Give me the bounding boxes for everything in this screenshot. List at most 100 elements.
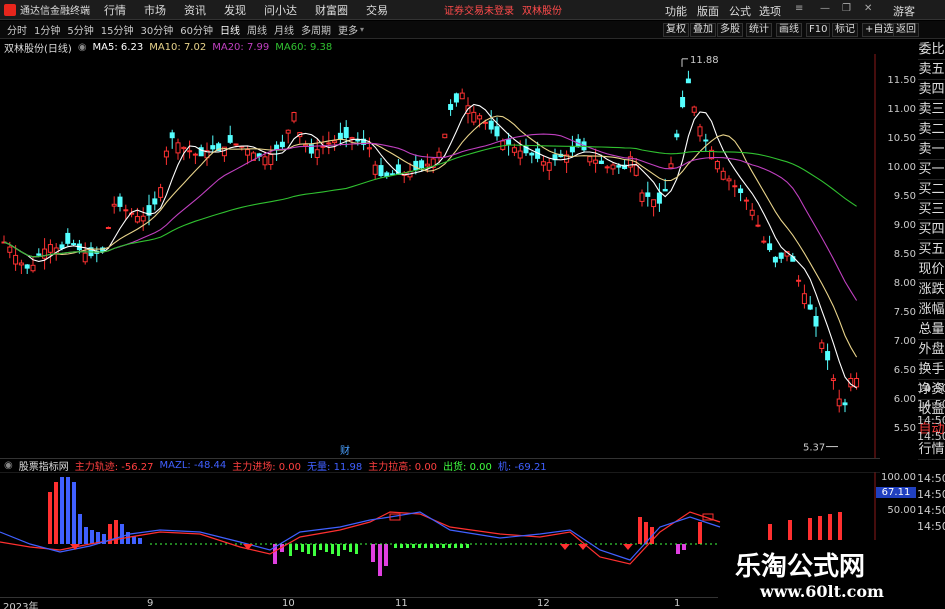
- menu-caifuquan[interactable]: 财富圈: [315, 2, 348, 18]
- quote-field-label[interactable]: 买一: [918, 160, 945, 180]
- ma5-label: MA5: 6.23: [92, 41, 144, 53]
- signal-marker-icon: [623, 544, 633, 550]
- tool-add-watchlist[interactable]: +自选: [862, 23, 897, 37]
- candle-body: [192, 153, 198, 156]
- menu-gongneng[interactable]: 功能: [665, 3, 687, 19]
- price-axis-label: 7.00: [893, 336, 916, 347]
- ind-bar: [54, 482, 58, 544]
- quote-field-label[interactable]: 现价: [918, 260, 945, 280]
- candle-body: [355, 139, 361, 142]
- candle-body: [326, 142, 332, 145]
- menu-faxian[interactable]: 发现: [224, 2, 246, 18]
- quote-field-label[interactable]: 委比: [918, 40, 945, 60]
- candle-body: [825, 351, 831, 361]
- tool-tongji[interactable]: 统计: [746, 23, 772, 37]
- menu-xuanxiang[interactable]: 选项: [759, 3, 781, 19]
- menu-zixun[interactable]: 资讯: [184, 2, 206, 18]
- ind-time-0: 14:50: [917, 472, 945, 485]
- quote-field-label[interactable]: 总量: [918, 320, 945, 340]
- period-daily[interactable]: 日线: [220, 22, 240, 37]
- quote-field-label[interactable]: 涨幅: [918, 300, 945, 320]
- period-monthly[interactable]: 月线: [274, 22, 294, 37]
- price-axis-label: 8.00: [893, 278, 916, 289]
- ma60-label: MA60: 9.38: [275, 41, 333, 53]
- period-more[interactable]: 更多: [338, 22, 358, 37]
- candle-body: [569, 146, 575, 153]
- indicator-legend: ◉ 股票指标网 主力轨迹: -56.27 MAZL: -48.44 主力进场: …: [0, 458, 880, 473]
- ind-bar: [78, 514, 82, 544]
- quote-field-label[interactable]: 卖五: [918, 60, 945, 80]
- quote-field-label[interactable]: 换手: [918, 360, 945, 380]
- window-restore-icon[interactable]: ❐: [842, 4, 852, 14]
- candle-body: [163, 150, 169, 158]
- quote-field-label[interactable]: 卖四: [918, 80, 945, 100]
- period-multi[interactable]: 多周期: [301, 22, 331, 37]
- quote-field-label[interactable]: 卖三: [918, 100, 945, 120]
- tool-back[interactable]: 返回: [893, 23, 919, 37]
- candle-body: [314, 149, 320, 158]
- period-weekly[interactable]: 周线: [247, 22, 267, 37]
- candlestick-chart[interactable]: 11.88 5.37 财: [0, 54, 876, 458]
- quote-field-label[interactable]: 买三: [918, 200, 945, 220]
- tool-f10[interactable]: F10: [806, 23, 831, 37]
- candle-body: [30, 264, 36, 272]
- ma-settings-icon[interactable]: ◉: [78, 42, 87, 53]
- price-axis-label: 9.00: [893, 220, 916, 231]
- menu-banmian[interactable]: 版面: [697, 3, 719, 19]
- price-axis-label: 7.50: [893, 307, 916, 318]
- window-close-icon[interactable]: ✕: [864, 4, 874, 14]
- candle-body: [772, 256, 778, 263]
- date-12: 12: [537, 598, 550, 609]
- quote-field-label[interactable]: 买五: [918, 240, 945, 260]
- period-15min[interactable]: 15分钟: [101, 22, 134, 37]
- menu-shichang[interactable]: 市场: [144, 2, 166, 18]
- tool-duogu[interactable]: 多股: [717, 23, 743, 37]
- candle-body: [175, 142, 181, 154]
- app-logo-icon: [4, 3, 16, 16]
- tool-diejia[interactable]: 叠加: [690, 23, 716, 37]
- tool-biaoji[interactable]: 标记: [832, 23, 858, 37]
- more-chevron-icon[interactable]: ▾: [360, 25, 364, 34]
- quote-field-label[interactable]: 卖一: [918, 140, 945, 160]
- candle-body: [546, 162, 552, 171]
- menu-jiaoyi[interactable]: 交易: [366, 2, 388, 18]
- quote-field-label[interactable]: 卖二: [918, 120, 945, 140]
- ind-bar-green: [343, 544, 346, 550]
- quote-field-label[interactable]: 涨跌: [918, 280, 945, 300]
- quote-field-label[interactable]: 行情: [918, 440, 945, 460]
- login-notice[interactable]: 证券交易未登录: [444, 2, 514, 17]
- candle-body: [169, 132, 175, 139]
- candle-body: [506, 139, 512, 145]
- candle-body: [604, 166, 610, 169]
- guest-account[interactable]: 游客: [893, 3, 915, 19]
- candle-body: [24, 264, 30, 269]
- date-2023: 2023年: [3, 602, 39, 609]
- period-30min[interactable]: 30分钟: [140, 22, 173, 37]
- quote-field-label[interactable]: 外盘: [918, 340, 945, 360]
- candle-body: [343, 127, 349, 139]
- ind-item-1: MAZL: -48.44: [159, 460, 227, 471]
- quote-field-label[interactable]: 买四: [918, 220, 945, 240]
- candle-body: [668, 163, 674, 169]
- price-axis-label: 6.00: [893, 394, 916, 405]
- menu-wenxiaoda[interactable]: 问小达: [264, 2, 297, 18]
- tool-huaxian[interactable]: 画线: [776, 23, 802, 37]
- signal-marker-icon: [560, 544, 570, 550]
- period-60min[interactable]: 60分钟: [180, 22, 213, 37]
- menu-hangqing[interactable]: 行情: [104, 2, 126, 18]
- price-axis-label: 9.50: [893, 191, 916, 202]
- finance-marker: 财: [340, 444, 350, 457]
- indicator-settings-icon[interactable]: ◉: [4, 460, 13, 471]
- window-menu-icon[interactable]: ≡: [795, 4, 805, 14]
- candle-body: [743, 199, 749, 202]
- candle-body: [685, 78, 691, 84]
- tool-fuquan[interactable]: 复权: [663, 23, 689, 37]
- period-5min[interactable]: 5分钟: [67, 22, 93, 37]
- menu-gongshi[interactable]: 公式: [729, 3, 751, 19]
- period-fenshi[interactable]: 分时: [7, 22, 27, 37]
- period-1min[interactable]: 1分钟: [34, 22, 60, 37]
- window-minimize-icon[interactable]: —: [820, 4, 830, 14]
- candle-body: [714, 161, 720, 170]
- ind-bar: [138, 538, 142, 544]
- quote-field-label[interactable]: 买二: [918, 180, 945, 200]
